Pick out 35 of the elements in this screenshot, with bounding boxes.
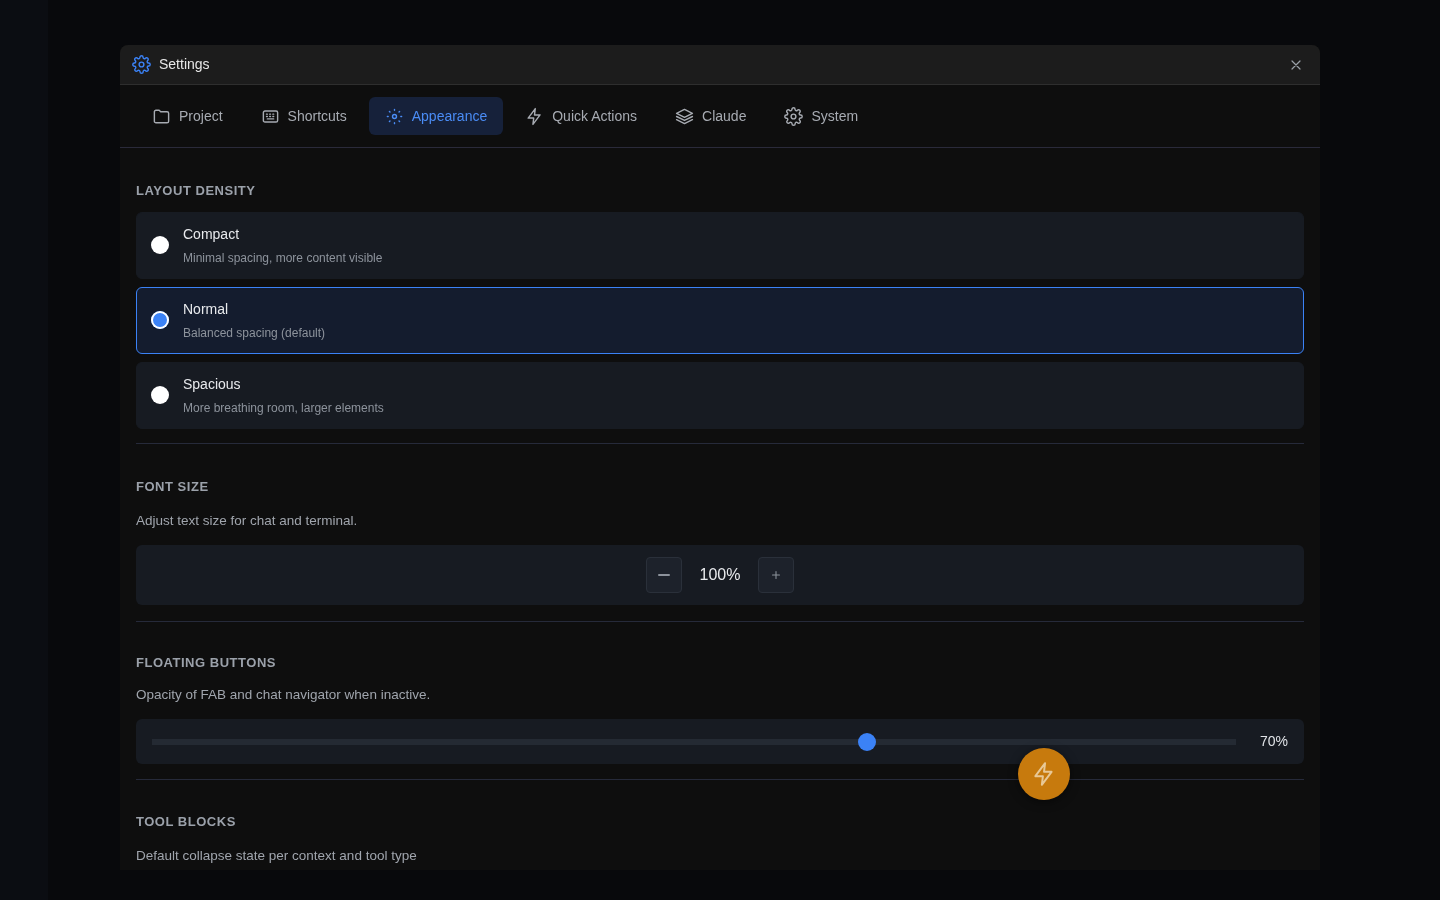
font-size-value: 100%: [698, 565, 742, 586]
section-heading: TOOL BLOCKS: [136, 813, 237, 831]
option-label: Normal: [183, 299, 230, 319]
section-description: Opacity of FAB and chat navigator when inactive.: [136, 685, 432, 704]
settings-tab[interactable]: Quick Actions: [509, 97, 654, 135]
settings-tab[interactable]: Claude: [659, 97, 763, 135]
density-option[interactable]: Normal Balanced spacing (default): [136, 286, 1304, 354]
section-heading: FONT SIZE: [136, 477, 210, 496]
settings-tab[interactable]: Appearance: [368, 97, 504, 135]
section-description: Default collapse state per context and tool type: [136, 846, 418, 865]
section-heading: LAYOUT DENSITY: [136, 182, 257, 200]
settings-icon: [132, 55, 151, 74]
settings-tab[interactable]: Shortcuts: [244, 97, 363, 135]
density-option[interactable]: Compact Minimal spacing, more content visible: [136, 211, 1304, 279]
opacity-reading: 70%: [1259, 732, 1288, 751]
section-heading: FLOATING BUTTONS: [136, 654, 277, 673]
radio-button[interactable]: [151, 311, 169, 329]
settings-tab[interactable]: System: [768, 97, 875, 135]
radio-button[interactable]: [151, 386, 169, 404]
gear-icon: [784, 106, 804, 126]
radio-button[interactable]: [151, 236, 169, 254]
section-description: Adjust text size for chat and terminal.: [136, 512, 359, 530]
layers-icon: [675, 106, 695, 126]
settings-tab[interactable]: Project: [136, 97, 239, 135]
slider-thumb[interactable]: [858, 732, 877, 751]
option-description: Minimal spacing, more content visible: [183, 249, 383, 267]
density-option[interactable]: Spacious More breathing room, larger elements: [136, 361, 1304, 429]
option-label: Compact: [183, 224, 241, 244]
dialog-title: Settings: [159, 55, 210, 74]
option-description: Balanced spacing (default): [183, 324, 326, 342]
option-label: Spacious: [183, 374, 242, 394]
sun-icon: [384, 106, 404, 126]
folder-icon: [152, 106, 171, 126]
option-description: More breathing room, larger elements: [183, 399, 384, 417]
minus-icon: [658, 574, 670, 577]
